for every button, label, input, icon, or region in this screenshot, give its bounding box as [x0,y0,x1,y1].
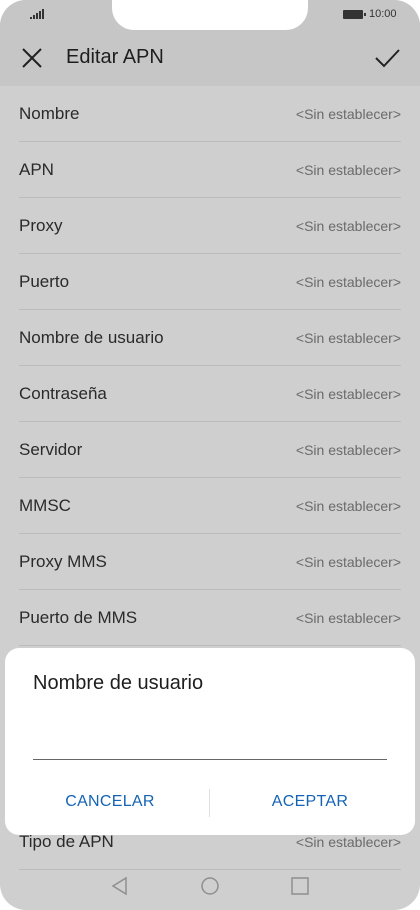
status-bar: 10:00 [0,0,420,30]
app-header: Editar APN [0,30,420,86]
recents-icon[interactable] [290,876,310,896]
close-icon[interactable] [18,44,46,72]
apn-field-label: Proxy [19,216,63,235]
apn-field-value: <Sin establecer> [295,386,401,402]
signal-icon [30,9,44,19]
status-time: 10:00 [369,8,397,20]
dialog-title: Nombre de usuario [33,672,204,694]
apn-field-label: Puerto [19,272,70,291]
apn-field-value: <Sin establecer> [295,498,401,514]
apn-field-row[interactable]: Servidor <Sin establecer> [0,422,420,478]
apn-field-label: Nombre [19,104,80,123]
apn-field-value: <Sin establecer> [295,162,401,178]
check-icon[interactable] [372,44,402,72]
apn-field-value: <Sin establecer> [295,834,401,850]
battery-icon [343,10,366,19]
apn-field-row[interactable]: Puerto <Sin establecer> [0,254,420,310]
apn-field-label: Servidor [19,440,83,459]
apn-field-row[interactable]: APN <Sin establecer> [0,142,420,198]
apn-field-value: <Sin establecer> [295,610,401,626]
apn-field-label: APN [19,160,54,179]
home-icon[interactable] [200,876,220,896]
apn-field-row[interactable]: Nombre <Sin establecer> [0,86,420,142]
apn-field-row[interactable]: MMSC <Sin establecer> [0,478,420,534]
apn-field-value: <Sin establecer> [295,218,401,234]
apn-field-label: MMSC [19,496,71,515]
apn-field-value: <Sin establecer> [295,554,401,570]
apn-field-label: Contraseña [19,384,107,403]
accept-button[interactable]: ACEPTAR [215,784,405,820]
apn-field-row[interactable]: Puerto de MMS <Sin establecer> [0,590,420,646]
back-icon[interactable] [110,876,130,896]
cancel-button[interactable]: CANCELAR [15,784,205,820]
apn-field-value: <Sin establecer> [295,442,401,458]
phone-screen: 10:00 Editar APN Nombre <Sin establecer> A… [0,0,420,910]
apn-field-value: <Sin establecer> [295,106,401,122]
username-dialog: Nombre de usuario CANCELAR ACEPTAR [5,648,415,835]
apn-field-label: Proxy MMS [19,552,107,571]
apn-field-list: Nombre <Sin establecer> APN <Sin establecer… [0,86,420,646]
page-title: Editar APN [66,46,164,68]
apn-field-row[interactable]: Contraseña <Sin establecer> [0,366,420,422]
apn-field-label: Puerto de MMS [19,608,138,627]
apn-field-value: <Sin establecer> [295,274,401,290]
dialog-button-divider [209,789,210,817]
apn-field-value: <Sin establecer> [295,330,401,346]
apn-field-label: Tipo de APN [19,832,114,851]
apn-field-row[interactable]: Nombre de usuario <Sin establecer> [0,310,420,366]
navigation-bar [0,862,420,910]
username-input[interactable] [33,730,387,760]
camera-notch [112,0,308,30]
apn-field-label: Nombre de usuario [19,328,164,347]
apn-field-row[interactable]: Proxy MMS <Sin establecer> [0,534,420,590]
apn-field-row[interactable]: Proxy <Sin establecer> [0,198,420,254]
